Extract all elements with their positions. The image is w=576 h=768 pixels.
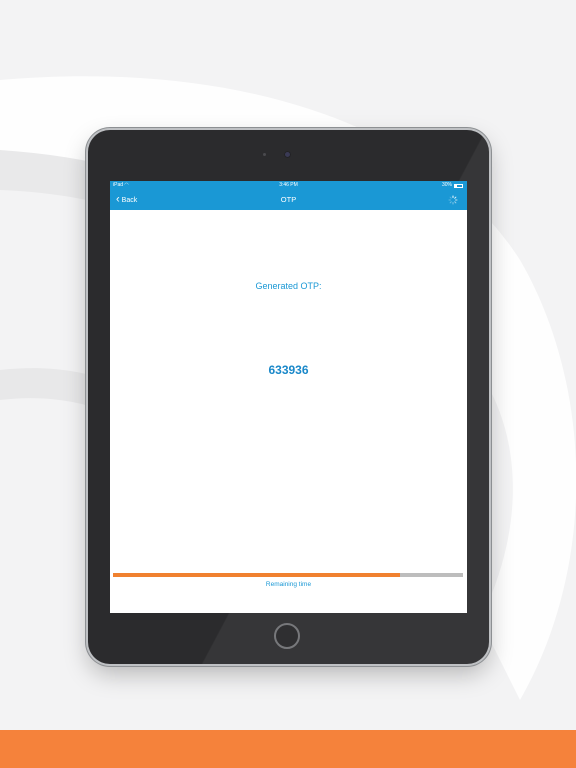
- battery-percent: 30%: [441, 182, 452, 188]
- battery-icon: [454, 183, 463, 188]
- generated-otp-label: Generated OTP:: [255, 281, 322, 291]
- remaining-time-progress: [113, 573, 463, 577]
- remaining-time-fill: [113, 573, 400, 577]
- front-camera: [284, 151, 291, 158]
- page-title: OTP: [280, 195, 297, 204]
- status-bar: iPad ◠ 3:46 PM 30%: [110, 181, 467, 190]
- status-time: 3:46 PM: [279, 182, 298, 188]
- remaining-time-label: Remaining time: [265, 581, 312, 588]
- orange-footer-band: [0, 730, 576, 768]
- otp-code: 633936: [268, 363, 309, 377]
- device-screen: iPad ◠ 3:46 PM 30% ‹ Back OTP Generated …: [110, 181, 467, 613]
- spinner-icon: [448, 195, 458, 205]
- otp-content: Generated OTP: 633936 Remaining time: [110, 210, 467, 613]
- home-button[interactable]: [274, 623, 300, 649]
- navigation-bar: ‹ Back OTP: [110, 190, 467, 210]
- camera-sensor: [263, 153, 266, 156]
- status-battery: 30%: [442, 181, 463, 190]
